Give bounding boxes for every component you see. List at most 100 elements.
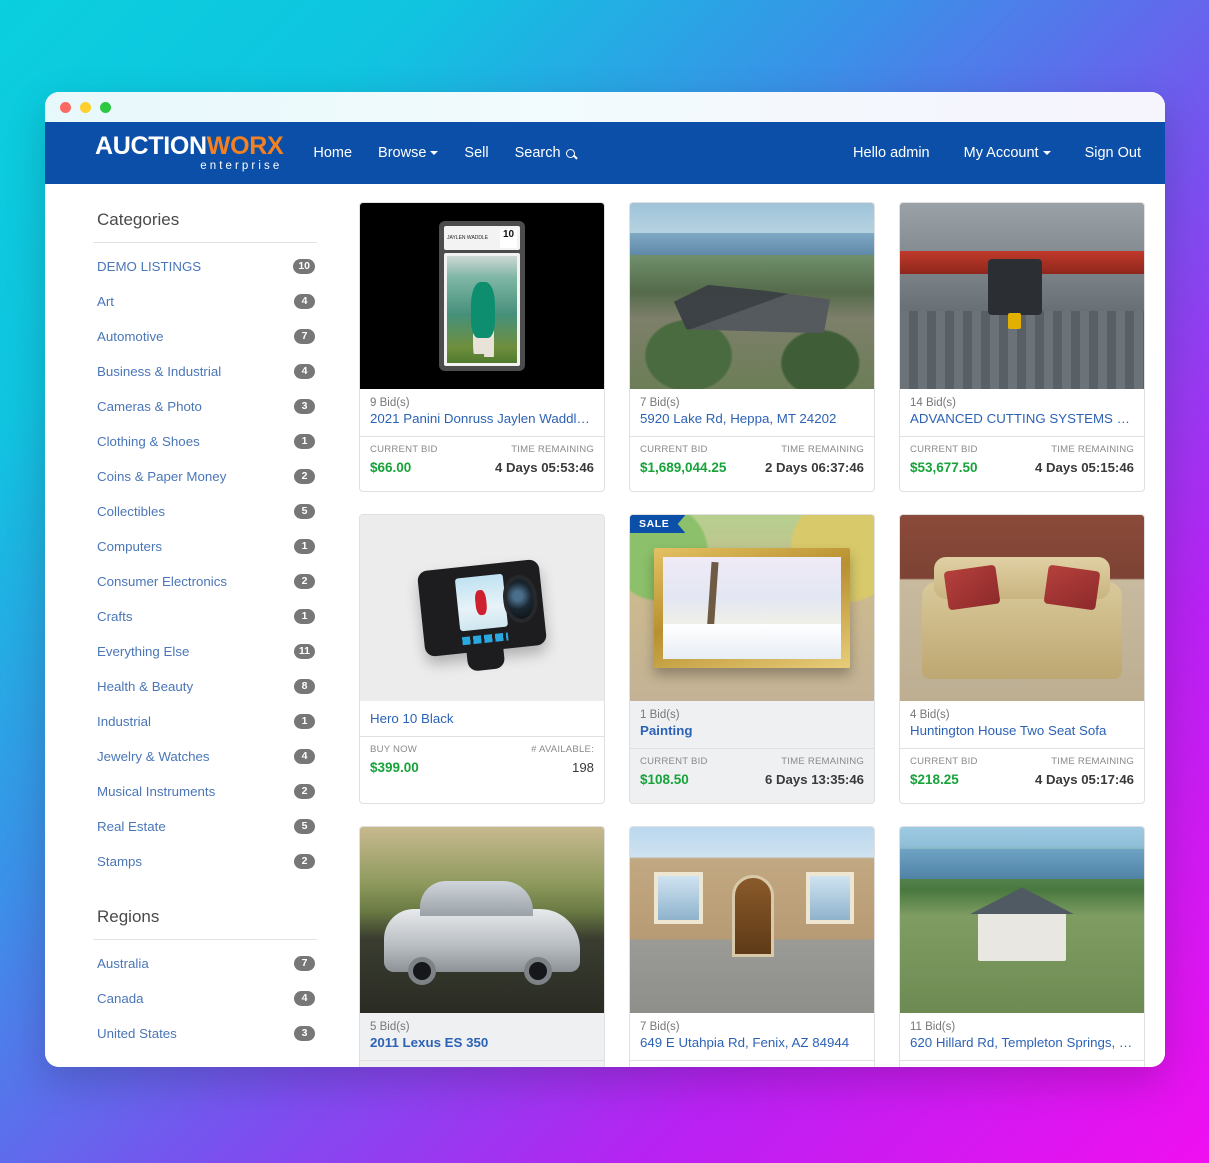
- logo-subtitle: enterprise: [200, 159, 283, 172]
- sidebar-item-australia[interactable]: Australia 7: [93, 946, 317, 981]
- primary-nav: Home Browse Sell Search: [313, 145, 575, 161]
- sidebar-item-canada[interactable]: Canada 4: [93, 981, 317, 1016]
- current-bid-value: $53,677.50: [910, 460, 978, 476]
- listing-card[interactable]: 7 Bid(s) 649 E Utahpia Rd, Fenix, AZ 849…: [629, 826, 875, 1067]
- listing-card[interactable]: Hero 10 Black BUY NOW # AVAILABLE: $399.…: [359, 514, 605, 804]
- nav-item-sell[interactable]: Sell: [464, 145, 488, 161]
- sidebar-item-art[interactable]: Art 4: [93, 284, 317, 319]
- bid-count: 5 Bid(s): [370, 1021, 410, 1033]
- time-remaining-label: TIME REMAINING: [781, 444, 864, 456]
- current-bid-value: $108.50: [640, 772, 689, 788]
- minimize-window-button[interactable]: [80, 101, 91, 113]
- sidebar-item-business-industrial[interactable]: Business & Industrial 4: [93, 354, 317, 389]
- category-label: Crafts: [97, 609, 133, 624]
- nav-item-search[interactable]: Search: [515, 145, 575, 161]
- time-remaining-label: TIME REMAINING: [1051, 444, 1134, 456]
- listing-card[interactable]: 4 Bid(s) Huntington House Two Seat Sofa …: [899, 514, 1145, 804]
- listing-card[interactable]: 11 Bid(s) 620 Hillard Rd, Templeton Spri…: [899, 826, 1145, 1067]
- search-icon: [565, 149, 575, 158]
- sidebar-item-automotive[interactable]: Automotive 7: [93, 319, 317, 354]
- site-logo[interactable]: AUCTIONWORX enterprise: [95, 131, 284, 173]
- listing-title[interactable]: Huntington House Two Seat Sofa: [910, 722, 1134, 739]
- available-quantity: 198: [571, 760, 594, 776]
- category-count-badge: 3: [294, 399, 315, 414]
- nav-item-home[interactable]: Home: [313, 145, 352, 161]
- my-account-label: My Account: [963, 145, 1039, 161]
- category-label: Consumer Electronics: [97, 574, 228, 589]
- bid-count: 4 Bid(s): [910, 709, 950, 721]
- category-label: DEMO LISTINGS: [97, 259, 202, 274]
- category-count-badge: 2: [294, 784, 315, 799]
- listing-image-house-entry: [630, 827, 874, 1013]
- sidebar-item-industrial[interactable]: Industrial 1: [93, 704, 317, 739]
- bid-count: 7 Bid(s): [640, 1021, 680, 1033]
- listing-card-featured[interactable]: SALE 1 Bid(s) Painting CURRENT BID TIME …: [629, 514, 875, 804]
- nav-item-sign-out[interactable]: Sign Out: [1085, 145, 1141, 161]
- sidebar-item-stamps[interactable]: Stamps 2: [93, 844, 317, 879]
- sidebar-item-demo-listings[interactable]: DEMO LISTINGS 10: [93, 249, 317, 284]
- sidebar-item-everything-else[interactable]: Everything Else 11: [93, 634, 317, 669]
- category-label: Jewelry & Watches: [97, 749, 210, 764]
- listing-title[interactable]: Hero 10 Black: [370, 710, 594, 727]
- buy-now-price: $399.00: [370, 760, 419, 776]
- listing-title[interactable]: ADVANCED CUTTING SYSTEMS - F...: [910, 410, 1134, 427]
- region-label: Australia: [97, 956, 149, 971]
- listing-title[interactable]: 5920 Lake Rd, Heppa, MT 24202: [640, 410, 864, 427]
- regions-list: Australia 7 Canada 4 United States 3: [93, 946, 317, 1051]
- listing-title[interactable]: Painting: [640, 722, 864, 739]
- close-window-button[interactable]: [60, 101, 71, 113]
- logo-text-worx: WORX: [206, 131, 284, 160]
- time-remaining-value: 6 Days 13:35:46: [765, 772, 864, 788]
- sidebar-item-musical-instruments[interactable]: Musical Instruments 2: [93, 774, 317, 809]
- current-bid-value: $66.00: [370, 460, 412, 476]
- listing-image-graded-sports-card: JAYLEN WADDLE 10: [360, 203, 604, 389]
- listings-grid: JAYLEN WADDLE 10 9 Bid(s) 2021 Panini Don…: [345, 184, 1165, 1067]
- sidebar-item-crafts[interactable]: Crafts 1: [93, 599, 317, 634]
- region-count-badge: 4: [294, 991, 315, 1006]
- category-count-badge: 2: [294, 854, 315, 869]
- nav-item-browse[interactable]: Browse: [378, 145, 439, 161]
- listing-title[interactable]: 620 Hillard Rd, Templeton Springs, KY...: [910, 1034, 1134, 1051]
- listing-title[interactable]: 2011 Lexus ES 350: [370, 1034, 594, 1051]
- sidebar-item-united-states[interactable]: United States 3: [93, 1016, 317, 1051]
- categories-list: DEMO LISTINGS 10 Art 4 Automotive 7 Busines…: [93, 249, 317, 879]
- logo-text-auction: AUCTION: [95, 131, 207, 160]
- maximize-window-button[interactable]: [100, 101, 111, 113]
- region-count-badge: 7: [294, 956, 315, 971]
- bid-count: 7 Bid(s): [640, 397, 680, 409]
- listing-card-featured[interactable]: 5 Bid(s) 2011 Lexus ES 350 CURRENT BID T…: [359, 826, 605, 1067]
- sidebar-item-consumer-electronics[interactable]: Consumer Electronics 2: [93, 564, 317, 599]
- sidebar-item-real-estate[interactable]: Real Estate 5: [93, 809, 317, 844]
- browser-window: AUCTIONWORX enterprise Home Browse Sell …: [45, 92, 1165, 1067]
- sidebar-item-jewelry-watches[interactable]: Jewelry & Watches 4: [93, 739, 317, 774]
- listing-card[interactable]: 14 Bid(s) ADVANCED CUTTING SYSTEMS - F..…: [899, 202, 1145, 492]
- current-bid-label: CURRENT BID: [910, 444, 978, 456]
- category-count-badge: 1: [294, 434, 315, 449]
- listing-title[interactable]: 2021 Panini Donruss Jaylen Waddle M...: [370, 410, 594, 427]
- nav-item-my-account[interactable]: My Account: [964, 145, 1051, 161]
- nav-search-label: Search: [514, 145, 561, 161]
- current-bid-label: CURRENT BID: [370, 444, 438, 456]
- sale-badge: SALE: [630, 515, 686, 533]
- current-bid-label: CURRENT BID: [910, 756, 978, 768]
- listing-image-sofa: [900, 515, 1144, 701]
- sidebar-item-computers[interactable]: Computers 1: [93, 529, 317, 564]
- sidebar-item-clothing-shoes[interactable]: Clothing & Shoes 1: [93, 424, 317, 459]
- category-label: Everything Else: [97, 644, 190, 659]
- listing-card[interactable]: 7 Bid(s) 5920 Lake Rd, Heppa, MT 24202 C…: [629, 202, 875, 492]
- bid-count: 11 Bid(s): [910, 1021, 956, 1033]
- region-label: United States: [97, 1026, 177, 1041]
- bid-count: 1 Bid(s): [640, 709, 680, 721]
- category-count-badge: 8: [294, 679, 315, 694]
- sidebar-item-coins-paper-money[interactable]: Coins & Paper Money 2: [93, 459, 317, 494]
- category-count-badge: 1: [294, 609, 315, 624]
- sidebar-item-collectibles[interactable]: Collectibles 5: [93, 494, 317, 529]
- listing-title[interactable]: 649 E Utahpia Rd, Fenix, AZ 84944: [640, 1034, 864, 1051]
- sidebar-item-cameras-photo[interactable]: Cameras & Photo 3: [93, 389, 317, 424]
- sidebar-item-health-beauty[interactable]: Health & Beauty 8: [93, 669, 317, 704]
- listing-card[interactable]: JAYLEN WADDLE 10 9 Bid(s) 2021 Panini Don…: [359, 202, 605, 492]
- current-bid-value: $1,689,044.25: [640, 460, 727, 476]
- category-count-badge: 2: [294, 574, 315, 589]
- page-content: Categories DEMO LISTINGS 10 Art 4 Automoti…: [45, 184, 1165, 1067]
- category-label: Art: [97, 294, 114, 309]
